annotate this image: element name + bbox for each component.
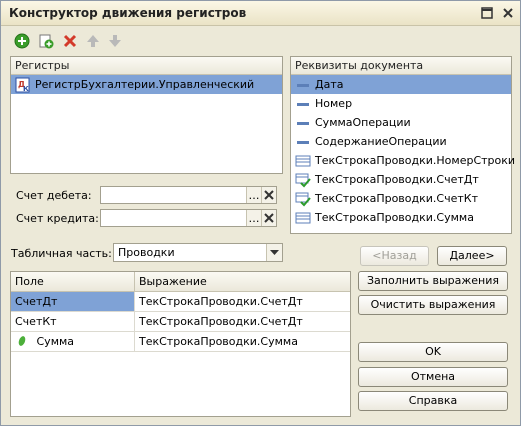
tabular-part-select[interactable]: Проводки [113,243,283,262]
requisite-label: Дата [315,78,344,91]
title-bar[interactable]: Конструктор движения регистров [1,1,520,26]
cancel-button[interactable]: Отмена [358,367,508,387]
delete-icon [63,34,77,48]
requisite-item[interactable]: СодержаниеОперации [291,132,511,151]
add-copy-icon [39,34,54,49]
attribute-icon [295,115,311,131]
add-copy-button[interactable] [38,33,54,49]
clear-icon [264,190,274,200]
credit-clear-button[interactable] [261,210,276,226]
arrow-up-icon [87,35,99,47]
close-button[interactable] [501,6,515,20]
ellipsis-icon: … [248,211,260,225]
requisite-label: ТекСтрокаПроводки.СчетДт [315,173,479,186]
column-expression[interactable]: Выражение [135,272,350,291]
requisite-item[interactable]: ТекСтрокаПроводки.СчетДт [291,170,511,189]
cell-field: Сумма [36,335,75,348]
debit-label: Счет дебета: [16,189,92,202]
dropdown-button[interactable] [266,244,282,261]
cell-field[interactable]: СчетКт [11,312,135,331]
table-field-icon [295,153,311,169]
add-button[interactable] [14,33,30,49]
table-row[interactable]: СчетДт ТекСтрокаПроводки.СчетДт [11,292,350,312]
svg-text:К: К [23,85,29,93]
window-title: Конструктор движения регистров [9,6,247,20]
move-up-button[interactable] [85,33,101,49]
table-row[interactable]: СчетКт ТекСтрокаПроводки.СчетДт [11,312,350,332]
next-button[interactable]: Далее> [437,246,507,266]
debit-account-field[interactable]: … [100,186,277,204]
table-field-check-icon [295,172,311,188]
table-field-icon [295,210,311,226]
requisite-item[interactable]: ТекСтрокаПроводки.Сумма [291,208,511,227]
requisite-label: Номер [315,97,353,110]
requisite-label: ТекСтрокаПроводки.НомерСтроки [315,154,516,167]
clear-icon [264,213,274,223]
grid-header: Поле Выражение [11,272,350,292]
attribute-icon [295,134,311,150]
requisite-label: СуммаОперации [315,116,411,129]
add-icon [14,33,30,49]
ellipsis-icon: … [248,188,260,202]
requisite-item[interactable]: ТекСтрокаПроводки.СчетКт [291,189,511,208]
ok-button[interactable]: OK [358,342,508,362]
column-field[interactable]: Поле [11,272,135,291]
credit-select-button[interactable]: … [246,210,261,226]
credit-account-field[interactable]: … [100,209,277,227]
delete-button[interactable] [62,33,78,49]
table-field-check-icon [295,191,311,207]
register-movement-dialog: Конструктор движения регистров Регистры … [0,0,521,426]
maximize-button[interactable] [480,6,494,20]
requisite-label: СодержаниеОперации [315,135,447,148]
clear-expressions-button[interactable]: Очистить выражения [358,295,508,315]
cell-expression[interactable]: ТекСтрокаПроводки.Сумма [135,332,350,351]
cell-expression[interactable]: ТекСтрокаПроводки.СчетДт [135,292,350,311]
requisite-item[interactable]: СуммаОперации [291,113,511,132]
accounting-register-icon: ДК [15,77,31,93]
close-icon [503,8,513,18]
back-button[interactable]: <Назад [360,246,429,266]
cell-field-wrap[interactable]: Сумма [11,332,135,351]
resource-icon [18,336,26,346]
fill-expressions-button[interactable]: Заполнить выражения [358,271,508,291]
attribute-icon [295,96,311,112]
chevron-down-icon [270,249,279,255]
requisite-label: ТекСтрокаПроводки.Сумма [315,211,474,224]
expressions-grid: Поле Выражение СчетДт ТекСтрокаПроводки.… [10,271,351,417]
requisites-header: Реквизиты документа [291,57,511,75]
register-item-label: РегистрБухгалтерии.Управленческий [35,78,255,91]
debit-select-button[interactable]: … [246,187,261,203]
registers-panel: Регистры ДК РегистрБухгалтерии.Управленч… [10,56,283,174]
register-item[interactable]: ДК РегистрБухгалтерии.Управленческий [11,75,282,94]
requisite-item[interactable]: ТекСтрокаПроводки.НомерСтроки [291,151,515,170]
tabular-part-label: Табличная часть: [11,247,112,260]
requisite-label: ТекСтрокаПроводки.СчетКт [315,192,478,205]
cell-expression[interactable]: ТекСтрокаПроводки.СчетДт [135,312,350,331]
requisite-item[interactable]: Номер [291,94,511,113]
arrow-down-icon [109,35,121,47]
credit-label: Счет кредита: [16,212,99,225]
attribute-icon [295,77,311,93]
cell-field[interactable]: СчетДт [11,292,135,311]
registers-header: Регистры [11,57,282,75]
move-down-button[interactable] [107,33,123,49]
maximize-icon [481,7,493,19]
debit-clear-button[interactable] [261,187,276,203]
requisite-item[interactable]: Дата [291,75,511,94]
tabular-part-value: Проводки [118,246,175,259]
help-button[interactable]: Справка [358,391,508,411]
requisites-panel: Реквизиты документа Дата Номер СуммаОпер… [290,56,515,234]
table-row[interactable]: Сумма ТекСтрокаПроводки.Сумма [11,332,350,352]
